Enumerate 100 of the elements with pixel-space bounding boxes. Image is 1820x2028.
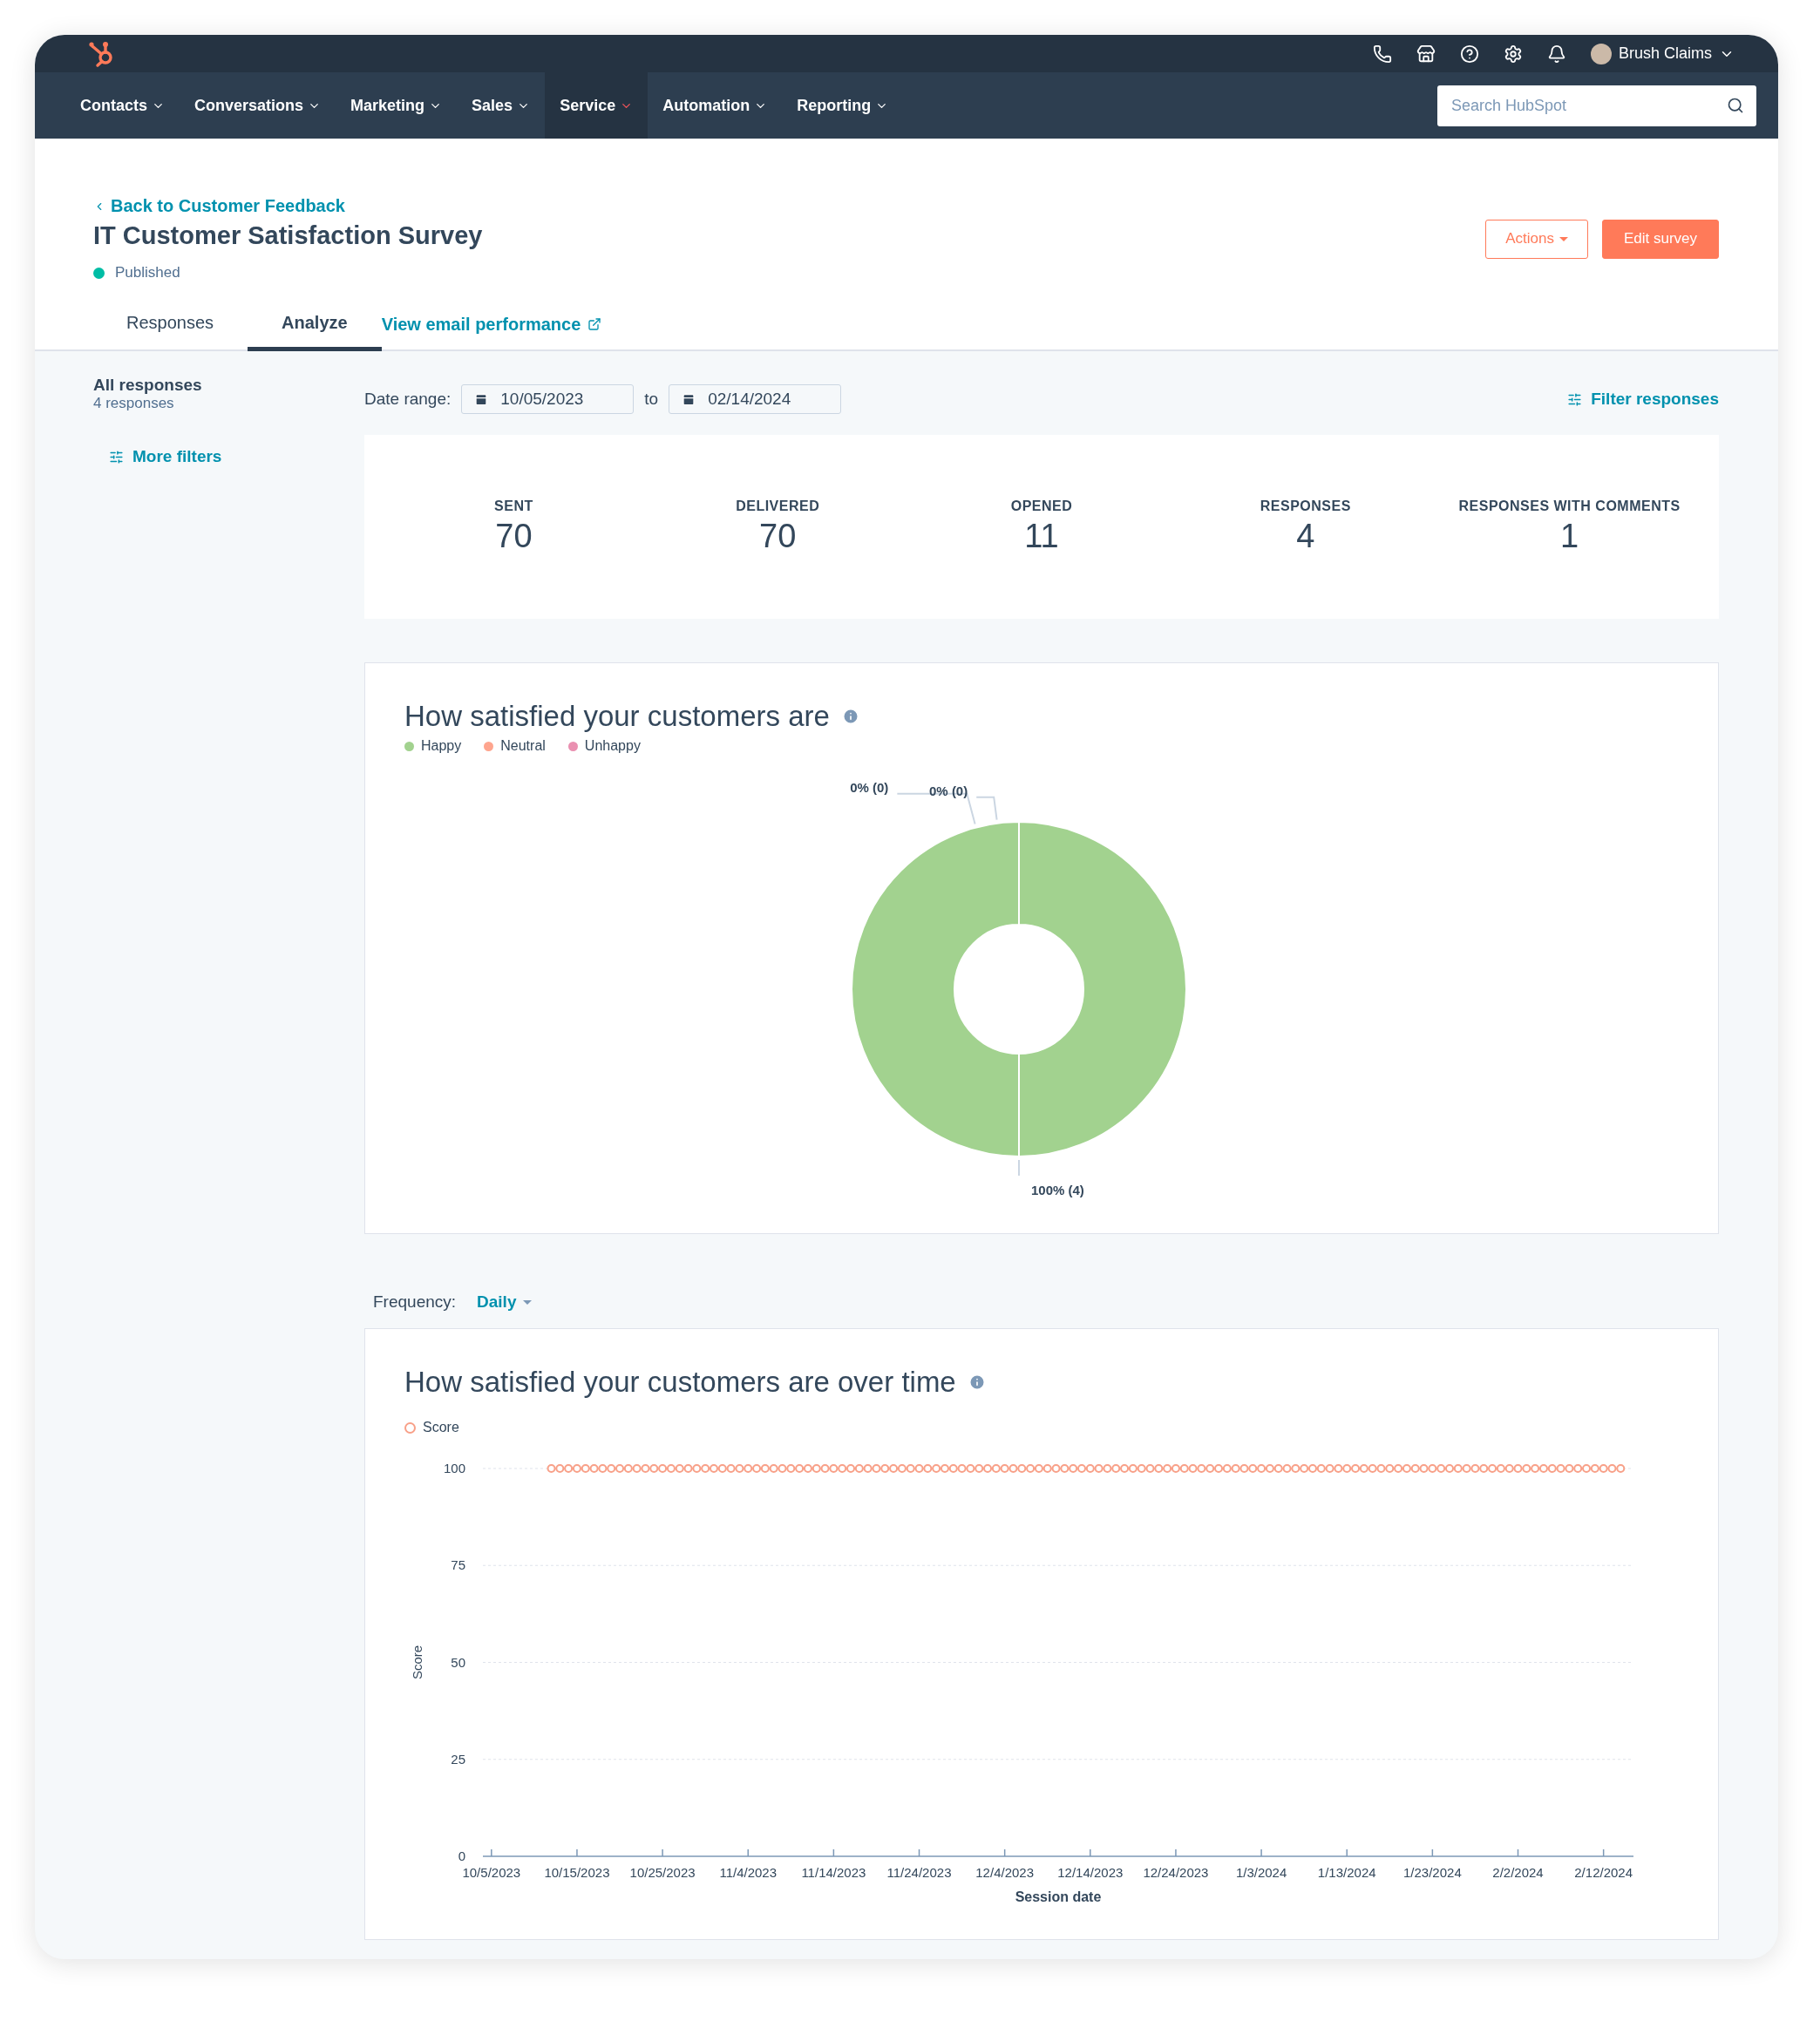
info-icon[interactable] <box>841 708 859 725</box>
data-point <box>701 1464 710 1473</box>
data-point <box>1462 1464 1471 1473</box>
data-point <box>1436 1464 1446 1473</box>
data-point <box>1376 1464 1386 1473</box>
data-point <box>615 1464 625 1473</box>
nav-menu-item[interactable]: Conversations <box>180 72 336 139</box>
phone-icon[interactable] <box>1372 44 1392 64</box>
data-point <box>1616 1464 1626 1473</box>
help-icon[interactable] <box>1459 44 1479 64</box>
axis-tick-label: 1/3/2024 <box>1235 1865 1287 1880</box>
data-point <box>1205 1464 1215 1473</box>
axis-tick-label: 12/14/2023 <box>1057 1865 1124 1880</box>
data-point <box>589 1464 599 1473</box>
data-point <box>812 1464 821 1473</box>
data-point <box>1008 1464 1018 1473</box>
stat-label: SENT <box>494 499 533 514</box>
sliders-icon[interactable] <box>1567 391 1583 407</box>
separator-text: to <box>644 390 659 409</box>
nav-menu-item[interactable]: Marketing <box>336 72 458 139</box>
data-point <box>1351 1464 1361 1473</box>
data-point <box>1513 1464 1523 1473</box>
tab[interactable]: Responses <box>92 301 248 351</box>
data-point <box>975 1464 984 1473</box>
store-icon[interactable] <box>1416 44 1436 64</box>
data-point <box>1188 1464 1198 1473</box>
data-point <box>1445 1464 1454 1473</box>
data-point <box>632 1464 642 1473</box>
back-link[interactable]: Back to Customer Feedback <box>93 196 483 216</box>
data-point <box>1222 1464 1232 1473</box>
data-point <box>1111 1464 1121 1473</box>
date-field[interactable]: 02/14/2024 <box>669 384 842 414</box>
data-point <box>1470 1464 1480 1473</box>
leader-line <box>1018 1159 1020 1177</box>
stat-value: 70 <box>495 518 533 555</box>
nav-menu-item[interactable]: Contacts <box>65 72 180 139</box>
nav-menu-item[interactable]: Reporting <box>782 72 904 139</box>
data-point <box>1171 1464 1180 1473</box>
data-point <box>1359 1464 1368 1473</box>
legend-label: Happy <box>421 738 462 754</box>
legend-label: Unhappy <box>584 738 641 754</box>
data-point <box>1565 1464 1574 1473</box>
bell-icon[interactable] <box>1546 44 1566 64</box>
sliders-icon[interactable] <box>109 449 124 465</box>
data-point <box>1291 1464 1300 1473</box>
data-point <box>1410 1464 1420 1473</box>
data-point <box>1368 1464 1377 1473</box>
data-point <box>1522 1464 1531 1473</box>
external-link[interactable]: View email performance <box>381 301 602 349</box>
response-count: 4 responses <box>93 395 175 412</box>
data-point <box>1556 1464 1565 1473</box>
info-icon[interactable] <box>968 1373 986 1391</box>
data-label: 0% (0) <box>850 779 889 795</box>
sidebar-title: All responses <box>93 376 203 395</box>
data-point <box>1273 1464 1283 1473</box>
data-point <box>726 1464 736 1473</box>
data-point <box>1479 1464 1489 1473</box>
data-point <box>717 1464 727 1473</box>
data-point <box>1017 1464 1027 1473</box>
data-point <box>1607 1464 1617 1473</box>
data-point <box>1428 1464 1437 1473</box>
date-field[interactable]: 10/05/2023 <box>461 384 635 414</box>
account-name[interactable]: Brush Claims <box>1618 44 1712 63</box>
data-point <box>1257 1464 1267 1473</box>
nav-menu-item[interactable]: Sales <box>457 72 546 139</box>
data-point <box>1488 1464 1497 1473</box>
search-field[interactable]: Search HubSpot <box>1437 85 1756 126</box>
data-point <box>932 1464 941 1473</box>
data-point <box>1145 1464 1155 1473</box>
data-point <box>1342 1464 1352 1473</box>
data-point <box>1248 1464 1258 1473</box>
data-point <box>1307 1464 1317 1473</box>
axis-tick-label: 75 <box>451 1557 465 1573</box>
data-point <box>760 1464 770 1473</box>
data-point <box>1496 1464 1505 1473</box>
settings-icon[interactable] <box>1503 44 1523 64</box>
data-point <box>778 1464 787 1473</box>
data-point <box>675 1464 684 1473</box>
status-dot <box>93 267 105 279</box>
data-point <box>564 1464 574 1473</box>
nav-menu-item[interactable]: Automation <box>648 72 783 139</box>
data-point <box>1231 1464 1240 1473</box>
data-point <box>1094 1464 1104 1473</box>
data-point <box>820 1464 830 1473</box>
external-link-icon[interactable] <box>587 317 602 331</box>
tab[interactable]: Analyze <box>248 301 382 351</box>
data-point <box>1282 1464 1292 1473</box>
avatar[interactable] <box>1590 43 1612 64</box>
data-point <box>1334 1464 1343 1473</box>
data-point <box>880 1464 890 1473</box>
data-point <box>710 1464 718 1473</box>
calendar-icon[interactable] <box>682 392 696 406</box>
calendar-icon[interactable] <box>474 392 489 406</box>
data-point <box>744 1464 753 1473</box>
data-point <box>1265 1464 1274 1473</box>
axis-tick-label: 2/12/2024 <box>1574 1865 1633 1880</box>
stat-label: RESPONSES <box>1260 499 1351 514</box>
nav-menu-item[interactable]: Service <box>545 72 649 139</box>
chart-title: How satisfied your customers are over time <box>404 1366 956 1399</box>
search-icon[interactable] <box>1727 97 1744 114</box>
